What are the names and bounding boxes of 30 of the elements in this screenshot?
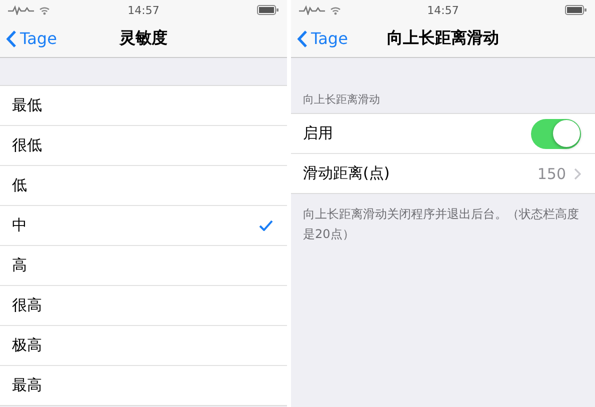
option-row[interactable]: 高	[0, 246, 287, 286]
setting-label: 启用	[303, 124, 333, 143]
status-time: 14:57	[128, 4, 160, 16]
option-row[interactable]: 最高	[0, 366, 287, 405]
nav-title: 灵敏度	[120, 28, 168, 49]
option-row[interactable]: 最低	[0, 86, 287, 126]
option-row[interactable]: 中	[0, 206, 287, 246]
wifi-icon	[330, 6, 341, 14]
back-button[interactable]: Tage	[0, 28, 63, 49]
battery-icon	[257, 5, 279, 15]
option-row[interactable]: 很高	[0, 286, 287, 326]
toggle-switch[interactable]	[531, 118, 581, 148]
disclosure-row[interactable]: 滑动距离(点) 150	[291, 154, 595, 193]
nav-title: 向上长距离滑动	[387, 28, 499, 49]
back-chevron-icon	[297, 30, 308, 48]
option-row[interactable]: 很低	[0, 126, 287, 166]
status-time: 14:57	[427, 4, 459, 16]
signal-icon	[8, 5, 34, 15]
wifi-icon	[39, 6, 50, 14]
battery-icon	[565, 5, 587, 15]
option-row[interactable]: 极高	[0, 326, 287, 366]
footer-note: 向上长距离滑动关闭程序并退出后台。（状态栏高度是20点）	[302, 206, 580, 243]
back-chevron-icon	[6, 30, 17, 48]
chevron-icon	[574, 168, 581, 180]
option-row[interactable]: 低	[0, 166, 287, 206]
setting-label: 滑动距离(点)	[303, 164, 390, 183]
signal-icon	[299, 5, 325, 15]
back-button[interactable]: Tage	[291, 28, 354, 49]
section-header: 向上长距离滑动	[303, 92, 380, 107]
setting-value: 150	[537, 164, 566, 182]
